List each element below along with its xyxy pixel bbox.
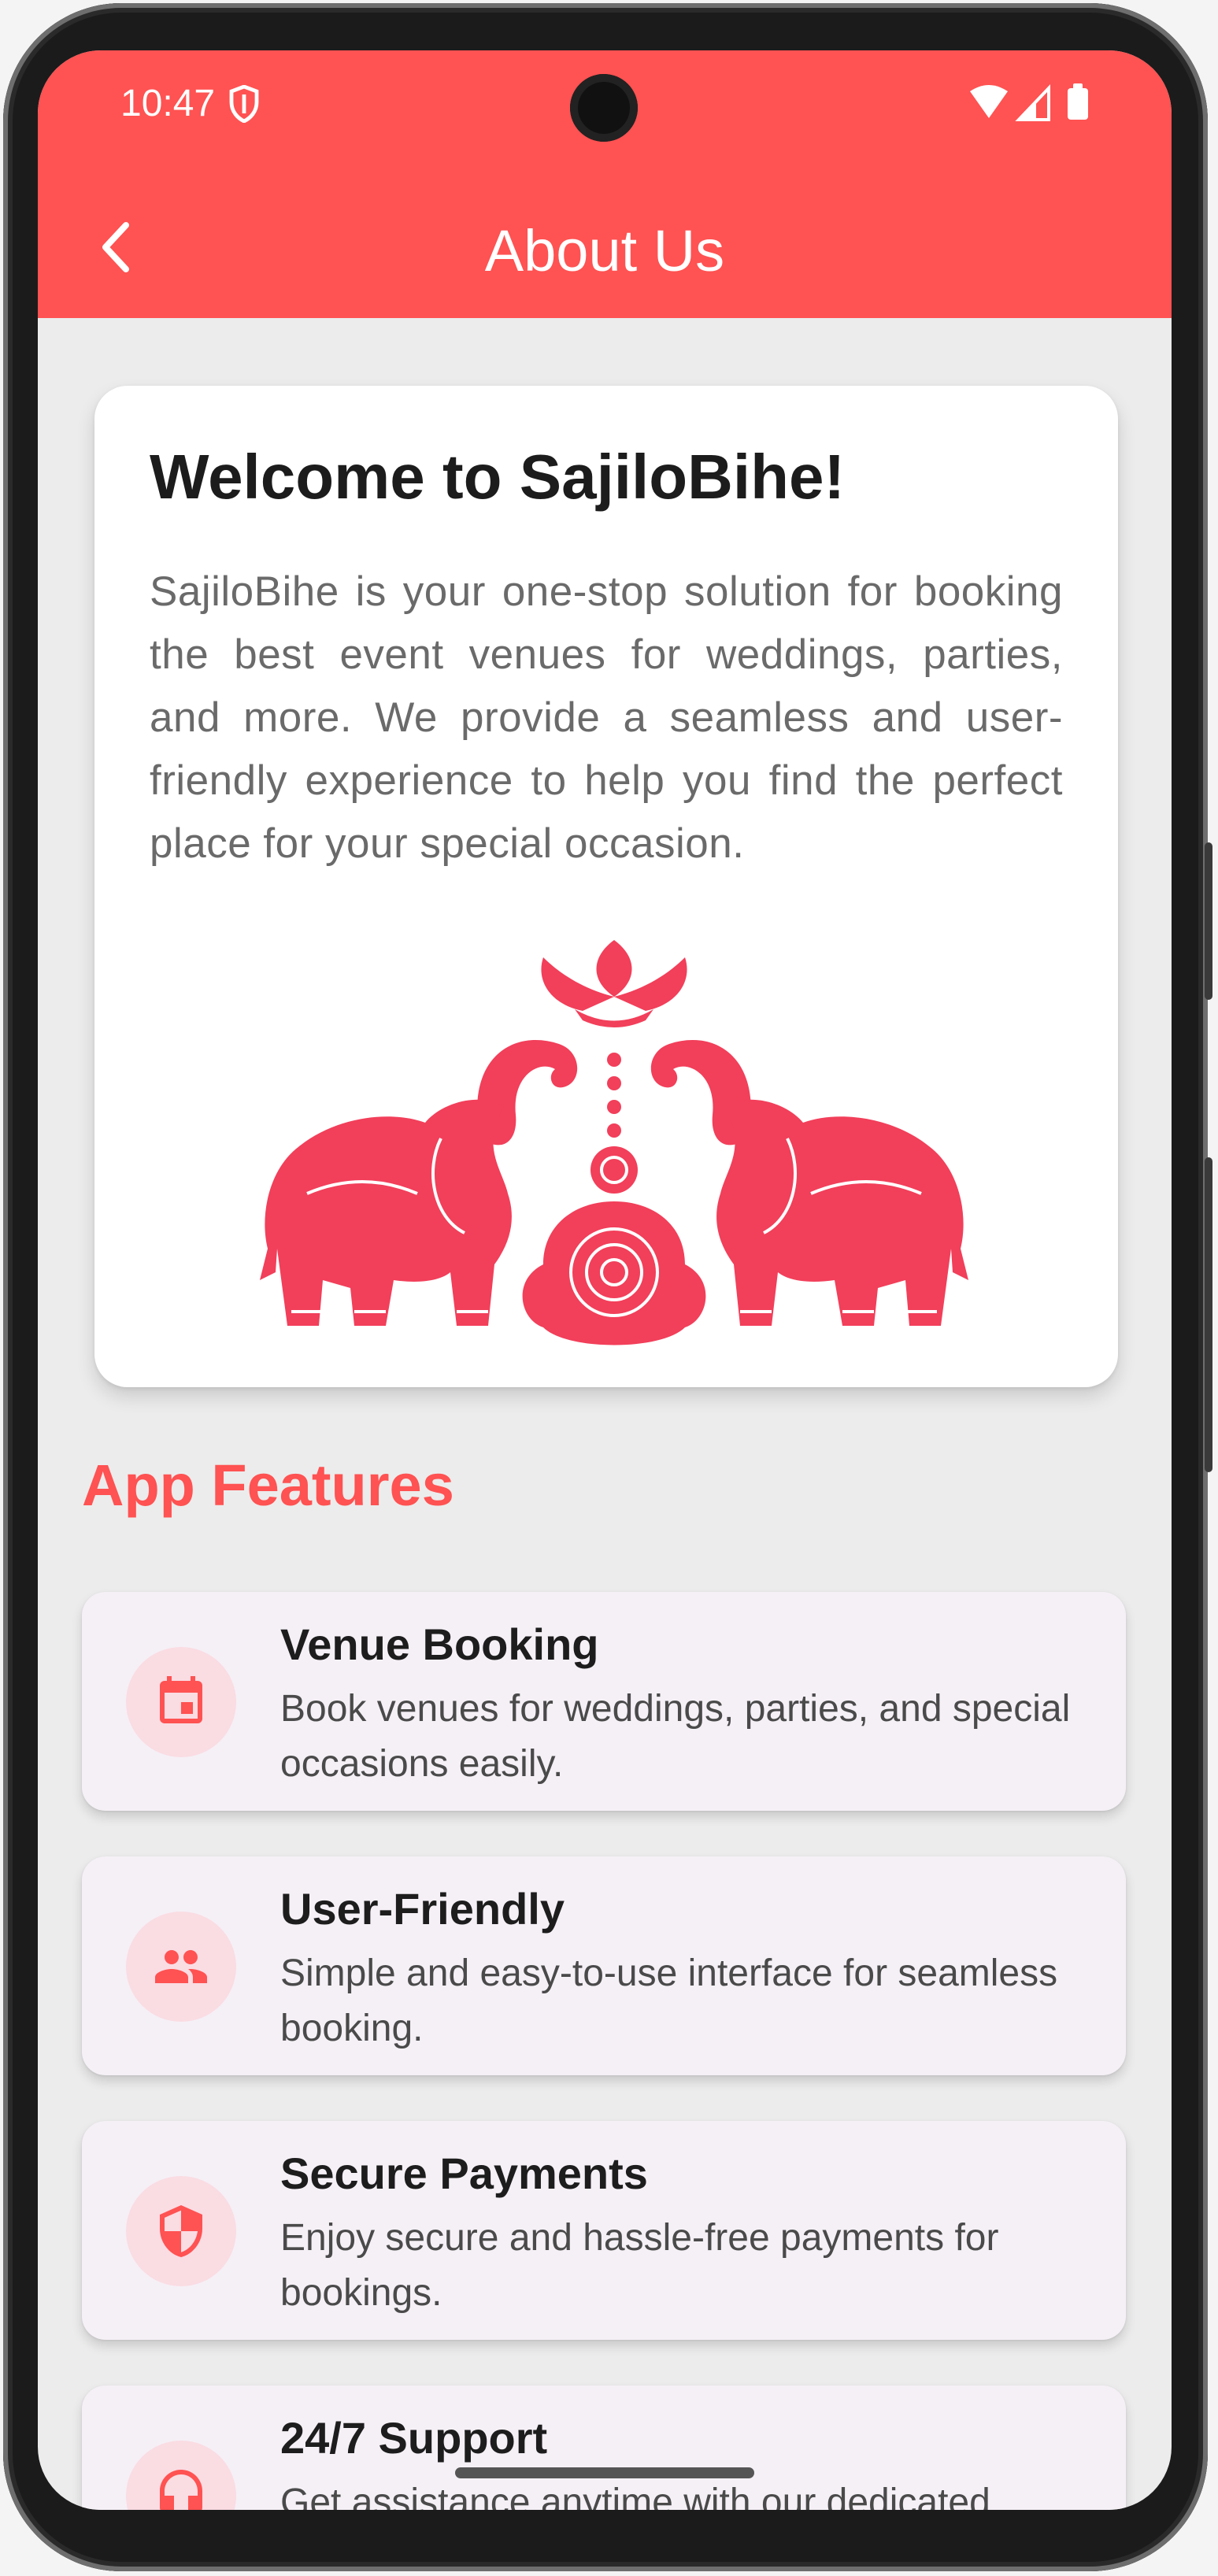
- feature-title: 24/7 Support: [280, 2413, 548, 2463]
- feature-card-user-friendly[interactable]: User-Friendly Simple and easy-to-use int…: [82, 1856, 1126, 2075]
- status-time: 10:47: [120, 83, 216, 124]
- wifi-icon: [970, 85, 1008, 118]
- feature-description: Simple and easy-to-use interface for sea…: [280, 1952, 1058, 2049]
- status-icons: [970, 83, 1088, 121]
- feature-card-secure-payments[interactable]: Secure Payments Enjoy secure and hassle-…: [82, 2121, 1126, 2340]
- welcome-heading: Welcome to SajiloBihe!: [150, 442, 846, 512]
- front-camera: [570, 74, 638, 142]
- feature-card-venue-booking[interactable]: Venue Booking Book venues for weddings, …: [82, 1592, 1126, 1811]
- shield-icon: [126, 2176, 236, 2286]
- screen: 10:47 About Us Welcome to SajiloBihe! Sa…: [38, 50, 1172, 2510]
- feature-title: User-Friendly: [280, 1884, 565, 1934]
- people-icon: [126, 1912, 236, 2022]
- welcome-description: SajiloBihe is your one-stop solution for…: [150, 568, 1063, 867]
- feature-card-support[interactable]: 24/7 Support Get assistance anytime with…: [82, 2385, 1126, 2510]
- feature-description: Get assistance anytime with our dedicate…: [280, 2482, 990, 2510]
- welcome-card: Welcome to SajiloBihe! SajiloBihe is you…: [94, 386, 1118, 1387]
- elephants-illustration: [260, 940, 968, 1345]
- feature-title: Secure Payments: [280, 2149, 648, 2198]
- power-button: [1205, 842, 1212, 1000]
- app-bar: 10:47 About Us: [38, 50, 1172, 318]
- battery-icon: [1068, 88, 1088, 120]
- app-features-heading: App Features: [82, 1453, 454, 1518]
- volume-button: [1205, 1157, 1212, 1472]
- headset-icon: [126, 2441, 236, 2510]
- feature-description: Enjoy secure and hassle-free payments fo…: [280, 2217, 999, 2314]
- calendar-icon: [126, 1647, 236, 1757]
- page-title: About Us: [484, 218, 725, 283]
- gesture-home-bar[interactable]: [455, 2467, 754, 2478]
- status-bar: 10:47: [38, 50, 1172, 161]
- feature-description: Book venues for weddings, parties, and s…: [280, 1688, 1071, 1785]
- feature-title: Venue Booking: [280, 1619, 599, 1669]
- security-shield-icon: [229, 85, 259, 123]
